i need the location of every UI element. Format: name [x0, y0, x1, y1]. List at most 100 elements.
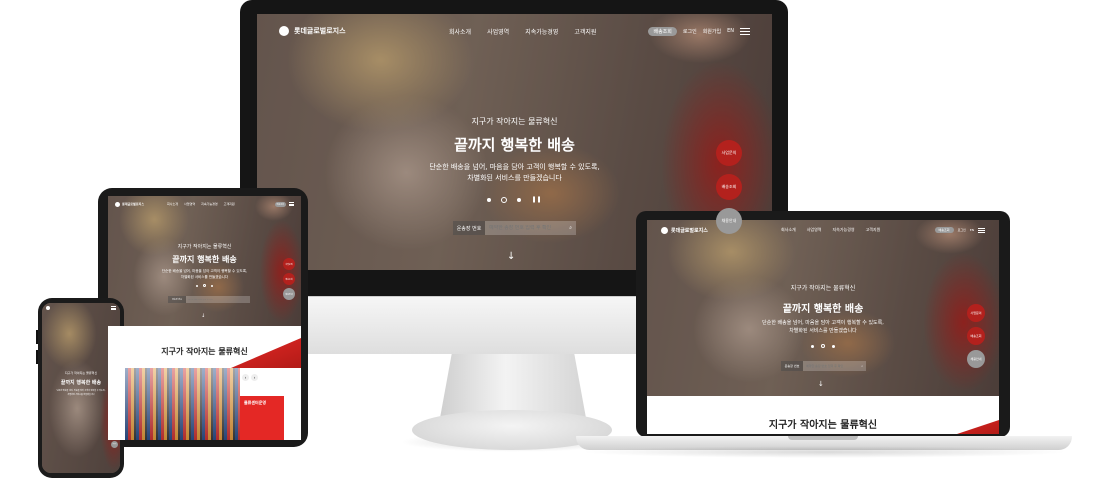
tracking-pill-button[interactable]: 배송조회 [648, 26, 677, 36]
nav-item-sustainability[interactable]: 지속가능경영 [201, 202, 218, 206]
pause-icon[interactable]: ❚❚ [531, 196, 541, 203]
side-menu-inquiry[interactable]: 사업문의 [283, 258, 295, 270]
phone-side-button [36, 330, 38, 344]
hero-kicker: 지구가 작아지는 물류혁신 [177, 244, 232, 250]
hero-desc-line1: 단순한 배송을 넘어, 마음을 담아 고객이 행복할 수 있도록, [429, 163, 600, 171]
login-link[interactable]: 로그인 [683, 28, 697, 35]
side-menu-careers[interactable]: 채용안내 [283, 288, 295, 300]
site-logo[interactable]: 롯데글로벌로지스 [661, 226, 781, 234]
nav-item-support[interactable]: 고객지원 [224, 202, 235, 206]
side-menu-inquiry[interactable]: 사업문의 [716, 140, 742, 166]
tracking-number-input[interactable] [803, 364, 859, 368]
scroll-down-arrow-icon[interactable]: ↓ [507, 251, 515, 262]
hamburger-menu-icon[interactable] [740, 27, 750, 35]
nav-item-support[interactable]: 고객지원 [866, 227, 881, 233]
tracking-number-input[interactable] [186, 298, 250, 301]
nav-item-business[interactable]: 사업영역 [184, 202, 195, 206]
search-icon[interactable]: ⌕ [858, 364, 866, 368]
language-link[interactable]: EN [727, 28, 734, 34]
main-nav: 회사소개 사업영역 지속가능경영 고객지원 [449, 27, 596, 36]
nav-item-business[interactable]: 사업영역 [807, 227, 822, 233]
carousel-dot[interactable] [832, 344, 835, 348]
utility-menu: 배송조회 [274, 201, 294, 207]
side-menu-tracking[interactable]: 배송조회 [716, 174, 742, 200]
hamburger-menu-icon[interactable] [111, 306, 116, 310]
nav-item-company[interactable]: 회사소개 [781, 227, 796, 233]
site-header: 롯데글로벌로지스 회사소개 사업영역 지속가능경영 고객지원 배송조회 [108, 196, 301, 212]
logo-mark-icon [115, 201, 120, 207]
carousel-dots: ❚❚ [257, 196, 772, 203]
site-header: 롯데글로벌로지스 회사소개 사업영역 지속가능경영 고객지원 배송조회 로그인 … [257, 14, 772, 48]
logo-text: 롯데글로벌로지스 [122, 202, 145, 206]
card-slider-controls: ‹ › [242, 374, 258, 381]
site-logo[interactable]: 롯데글로벌로지스 [279, 26, 449, 36]
hero-desc-line2: 차별화된 서비스를 만들겠습니다 [467, 174, 562, 182]
nav-item-company[interactable]: 회사소개 [167, 202, 178, 206]
logo-mark-icon[interactable] [46, 306, 50, 310]
hero-title: 끝까지 행복한 배송 [782, 304, 864, 315]
signup-link[interactable]: 회원가입 [703, 28, 721, 35]
nav-item-support[interactable]: 고객지원 [574, 27, 596, 36]
service-card[interactable]: 물류센터운영 [240, 396, 284, 440]
nav-item-sustainability[interactable]: 지속가능경영 [525, 27, 558, 36]
tracking-pill-button[interactable]: 배송조회 [934, 227, 954, 233]
carousel-dots [108, 284, 301, 287]
carousel-dot[interactable] [487, 197, 492, 202]
quick-side-menu: 사업문의 배송조회 채용안내 [283, 258, 295, 300]
side-menu-tracking[interactable]: 배송조회 [283, 273, 295, 285]
logo-mark-icon [279, 26, 289, 36]
carousel-dot-active[interactable] [501, 196, 508, 203]
hero-title: 끝까지 행복한 배송 [172, 255, 237, 264]
carousel-dot[interactable] [811, 344, 814, 348]
utility-menu: 배송조회 로그인 회원가입 EN [648, 26, 750, 36]
content-section: 지구가 작아지는 물류혁신 [647, 396, 999, 434]
login-link[interactable]: 로그인 [958, 228, 966, 232]
logo-mark-icon [661, 226, 668, 234]
hero-kicker: 지구가 작아지는 물류혁신 [471, 117, 558, 126]
hamburger-menu-icon[interactable] [289, 202, 294, 206]
side-menu-careers[interactable]: 채용안내 [967, 350, 985, 368]
next-arrow-icon[interactable]: › [251, 374, 258, 381]
hero-title: 끝까지 행복한 배송 [454, 136, 575, 154]
nav-item-company[interactable]: 회사소개 [449, 27, 471, 36]
carousel-dot-active[interactable] [821, 344, 825, 348]
tracking-search-label: 운송장 번호 [168, 296, 186, 303]
tracking-number-input[interactable] [485, 225, 566, 231]
quick-side-menu: 사업문의 배송조회 채용안내 [967, 304, 985, 368]
section-title: 지구가 작아지는 물류혁신 [768, 420, 878, 431]
main-nav: 회사소개 사업영역 지속가능경영 고객지원 [781, 227, 880, 233]
scroll-down-arrow-icon[interactable]: ↓ [201, 313, 205, 319]
search-icon[interactable]: ⌕ [565, 225, 576, 231]
monitor-stand-neck [440, 354, 586, 418]
utility-menu: 배송조회 로그인 EN [934, 227, 985, 233]
language-link[interactable]: EN [970, 228, 974, 232]
tracking-pill-button[interactable]: 배송조회 [274, 201, 286, 207]
nav-item-business[interactable]: 사업영역 [487, 27, 509, 36]
side-menu-inquiry[interactable]: 사업문의 [967, 304, 985, 322]
side-menu-careers[interactable]: 채용안내 [111, 441, 118, 448]
site-header: 롯데글로벌로지스 회사소개 사업영역 지속가능경영 고객지원 배송조회 로그인 … [647, 220, 999, 240]
hero-desc-line1: 단순한 배송을 넘어, 마음을 담아 고객이 행복할 수 있도록, [762, 320, 884, 326]
hamburger-menu-icon[interactable] [978, 227, 985, 233]
carousel-dot-active[interactable] [203, 284, 206, 287]
tracking-search-bar: 운송장 번호 [168, 296, 250, 303]
carousel-dot[interactable] [196, 284, 198, 287]
nav-item-sustainability[interactable]: 지속가능경영 [832, 227, 854, 233]
scroll-down-arrow-icon[interactable]: ↓ [818, 380, 824, 388]
laptop-screen: 롯데글로벌로지스 회사소개 사업영역 지속가능경영 고객지원 배송조회 로그인 … [647, 220, 999, 434]
logo-text: 롯데글로벌로지스 [671, 227, 708, 234]
tablet-screen: 롯데글로벌로지스 회사소개 사업영역 지속가능경영 고객지원 배송조회 지구가 … [108, 196, 301, 440]
laptop-shadow [580, 446, 1070, 458]
site-header [42, 303, 120, 313]
carousel-dots [647, 344, 999, 348]
carousel-dot[interactable] [211, 284, 213, 287]
logo-text: 롯데글로벌로지스 [294, 27, 346, 35]
prev-arrow-icon[interactable]: ‹ [242, 374, 249, 381]
carousel-dot[interactable] [517, 197, 522, 202]
tracking-search-bar: 운송장 번호 ⌕ [453, 221, 576, 235]
site-logo[interactable]: 롯데글로벌로지스 [115, 201, 167, 207]
hero-desc-line1: 단순한 배송을 넘어, 마음을 담아 고객이 행복할 수 있도록, [161, 269, 248, 273]
side-menu-tracking[interactable]: 배송조회 [967, 327, 985, 345]
laptop-hinge-notch [788, 436, 858, 440]
tracking-search-bar: 운송장 번호 ⌕ [781, 361, 866, 371]
